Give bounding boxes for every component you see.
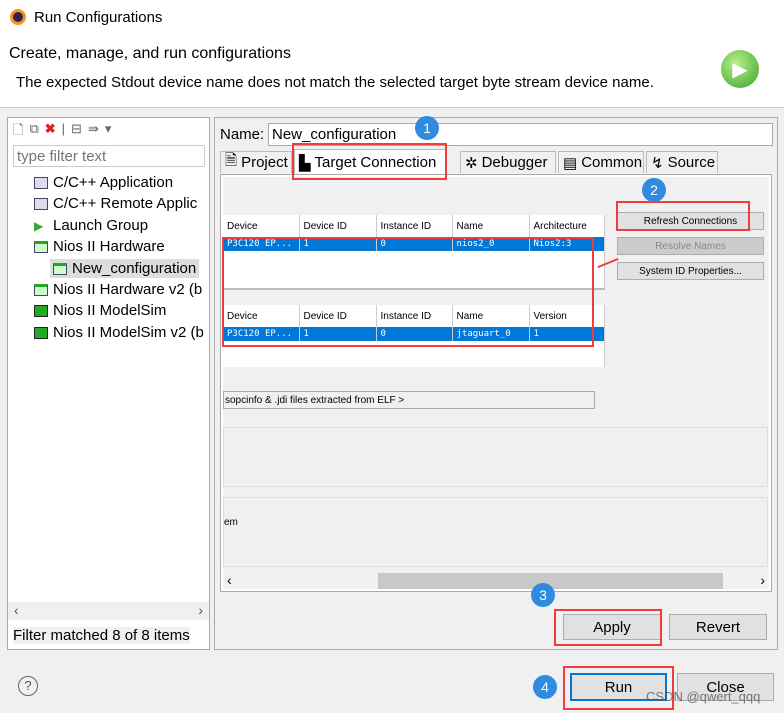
annotation-box-tab <box>292 143 447 180</box>
chevron-down-icon[interactable]: ▾ <box>105 121 112 143</box>
system-id-properties-button[interactable]: System ID Properties... <box>617 262 764 280</box>
header-title: Create, manage, and run configurations <box>9 45 291 62</box>
tab-label: Debugger <box>481 154 548 171</box>
help-icon[interactable]: ? <box>18 676 38 696</box>
nios-hardware-icon <box>34 240 48 253</box>
watermark: CSDN @qwert_qqq <box>646 689 761 704</box>
nios-hardware-icon <box>34 283 48 296</box>
common-icon: ▤ <box>563 154 578 172</box>
tree-item-c-remote[interactable]: C/C++ Remote Applic <box>34 195 197 212</box>
tree-item-label: Nios II Hardware v2 (b <box>53 281 203 298</box>
title-bar: Run Configurations <box>0 0 784 36</box>
tree-item-label: Launch Group <box>53 217 149 234</box>
annotation-badge: 1 <box>415 116 439 140</box>
tab-debugger[interactable]: ✲ Debugger <box>460 151 556 173</box>
tree-item-nios-hardware-v2[interactable]: Nios II Hardware v2 (b <box>34 281 202 298</box>
dialog-header: Create, manage, and run configurations T… <box>0 36 784 108</box>
tree-item-modelsim[interactable]: Nios II ModelSim <box>34 302 166 319</box>
annotation-badge: 3 <box>531 583 555 607</box>
tab-project[interactable]: 🗎 Project <box>220 151 292 173</box>
tree-item-c-application[interactable]: C/C++ Application <box>34 174 173 191</box>
project-icon: 🗎 <box>225 152 238 169</box>
scroll-right-icon[interactable]: › <box>198 602 203 618</box>
scroll-left-icon[interactable]: ‹ <box>227 572 232 588</box>
annotation-box-refresh <box>616 201 750 231</box>
filter-icon[interactable]: ⇛ <box>88 121 99 143</box>
collapse-all-icon[interactable]: ⊟ <box>71 121 82 143</box>
tree-item-label: New_configuration <box>72 260 197 277</box>
annotation-badge: 4 <box>533 675 557 699</box>
delete-icon[interactable]: ✖ <box>45 121 56 143</box>
tab-label: Source <box>667 154 716 171</box>
header-message: The expected Stdout device name does not… <box>16 74 654 91</box>
c-app-icon <box>34 176 48 189</box>
config-tree-panel: 🗋⧉✖|⊟⇛▾ C/C++ Application C/C++ Remote A… <box>7 117 210 650</box>
tree-item-new-configuration[interactable]: New_configuration <box>50 259 200 278</box>
sopcinfo-field[interactable]: sopcinfo & .jdi files extracted from ELF… <box>223 391 595 409</box>
sidebar-toolbar: 🗋 ⧉ ✖ | ⊟ ⇛ ▾ <box>13 121 111 143</box>
tab-source[interactable]: ↯ Source <box>646 151 718 173</box>
duplicate-icon[interactable]: ⧉ <box>29 121 38 143</box>
horizontal-scrollbar[interactable]: ‹ › <box>8 602 209 620</box>
tree-item-label: Nios II Hardware <box>53 238 165 255</box>
col-header: Name <box>452 215 530 237</box>
tab-label: Project <box>241 154 288 171</box>
window-title: Run Configurations <box>34 9 163 26</box>
source-icon: ↯ <box>651 154 664 172</box>
col-header: Instance ID <box>376 215 453 237</box>
truncated-label: em <box>224 517 238 528</box>
tree-item-label: Nios II ModelSim <box>53 302 167 319</box>
launch-group-icon: ▶ <box>34 218 44 233</box>
horizontal-scrollbar[interactable]: ‹ › <box>223 572 769 589</box>
new-config-icon[interactable]: 🗋 <box>13 121 23 143</box>
scroll-right-icon[interactable]: › <box>760 572 765 588</box>
eclipse-icon <box>10 9 26 25</box>
tree-item-launch-group[interactable]: ▶ Launch Group <box>34 217 148 234</box>
tree-item-label: C/C++ Application <box>53 174 174 191</box>
filter-status: Filter matched 8 of 8 items <box>13 627 190 644</box>
c-app-icon <box>34 197 48 210</box>
filter-input[interactable] <box>13 145 205 167</box>
nios-hardware-icon <box>53 262 67 275</box>
annotation-box-apply <box>554 609 662 646</box>
tree-item-label: Nios II ModelSim v2 (b <box>53 324 204 341</box>
col-header: Architecture <box>529 215 605 237</box>
annotation-box-tables <box>222 237 594 347</box>
tree-item-nios-hardware[interactable]: Nios II Hardware <box>34 238 165 255</box>
scroll-left-icon[interactable]: ‹ <box>14 602 19 618</box>
annotation-badge: 2 <box>642 178 666 202</box>
tab-label: Common <box>581 154 643 171</box>
tree-item-modelsim-v2[interactable]: Nios II ModelSim v2 (b <box>34 324 204 341</box>
run-banner-icon: ▶ <box>721 50 759 88</box>
tab-common[interactable]: ▤ Common <box>558 151 644 173</box>
debugger-icon: ✲ <box>465 154 478 172</box>
group-box: em <box>223 497 768 567</box>
col-header: Device ID <box>299 215 377 237</box>
modelsim-icon <box>34 326 48 339</box>
modelsim-icon <box>34 304 48 317</box>
revert-button[interactable]: Revert <box>669 614 767 640</box>
tree-item-label: C/C++ Remote Applic <box>53 195 198 212</box>
col-header: Device <box>223 215 300 237</box>
resolve-names-button: Resolve Names <box>617 237 764 255</box>
name-label: Name: <box>220 126 265 143</box>
group-box <box>223 427 768 487</box>
